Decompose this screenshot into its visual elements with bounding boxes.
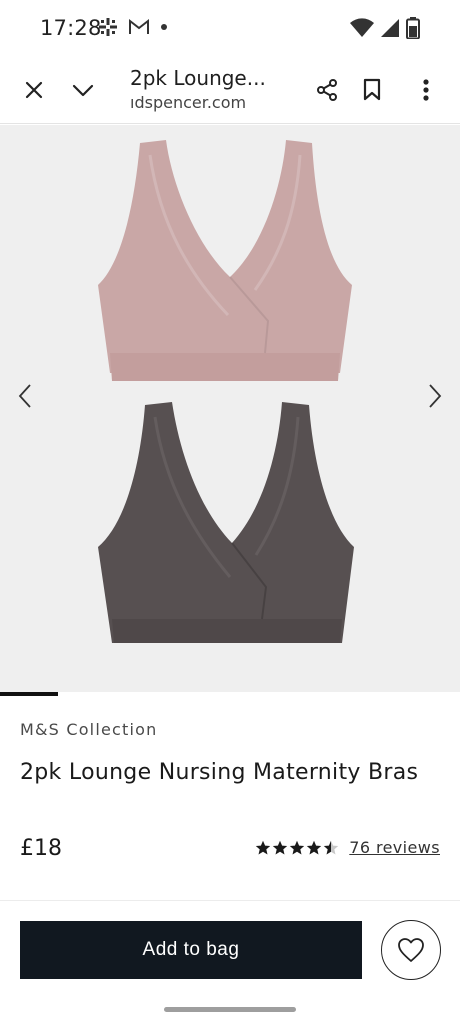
status-bar: 17:28 xyxy=(0,0,460,58)
star-icon xyxy=(307,840,322,854)
product-rating: 76 reviews xyxy=(255,838,440,857)
product-image-gallery[interactable] xyxy=(0,125,460,693)
star-icon xyxy=(290,840,305,854)
more-vert-icon xyxy=(423,79,429,101)
add-to-bag-button[interactable]: Add to bag xyxy=(20,921,362,979)
wifi-icon xyxy=(350,18,374,37)
pink-bra-image xyxy=(98,140,352,381)
divider xyxy=(0,900,460,901)
previous-image-button[interactable] xyxy=(10,381,40,411)
chevron-right-icon xyxy=(429,384,442,408)
pinwheel-icon xyxy=(99,18,117,36)
product-title: 2pk Lounge Nursing Maternity Bras xyxy=(20,760,419,785)
next-image-button[interactable] xyxy=(420,381,450,411)
minimize-tab-button[interactable] xyxy=(65,72,101,108)
star-icon xyxy=(256,840,271,854)
star-icon xyxy=(273,840,288,854)
page-url: ıdspencer.com xyxy=(130,93,247,112)
system-icons xyxy=(350,17,420,39)
reviews-link[interactable]: 76 reviews xyxy=(349,838,440,857)
bookmark-icon xyxy=(363,78,381,101)
bookmark-button[interactable] xyxy=(354,72,390,108)
close-tab-button[interactable] xyxy=(16,72,52,108)
home-indicator xyxy=(164,1007,296,1012)
notification-icons xyxy=(98,17,168,37)
product-brand: M&S Collection xyxy=(20,720,158,739)
gallery-progress-bar xyxy=(0,692,58,696)
chevron-left-icon xyxy=(18,384,31,408)
browser-toolbar: 2pk Lounge... ıdspencer.com xyxy=(0,58,460,124)
product-image xyxy=(98,140,354,643)
heart-icon xyxy=(398,938,424,962)
page-title-area[interactable]: 2pk Lounge... ıdspencer.com xyxy=(130,66,300,112)
wishlist-button[interactable] xyxy=(381,920,441,980)
share-icon xyxy=(317,79,337,101)
more-options-button[interactable] xyxy=(408,72,444,108)
page-title: 2pk Lounge... xyxy=(130,66,266,90)
dot-icon xyxy=(161,24,167,30)
star-rating xyxy=(255,840,339,856)
gallery-progress-track xyxy=(0,692,460,696)
share-button[interactable] xyxy=(309,72,345,108)
status-time: 17:28 xyxy=(40,16,102,40)
charcoal-bra-image xyxy=(98,402,354,643)
signal-icon xyxy=(381,19,399,37)
gmail-icon xyxy=(129,18,149,34)
battery-icon xyxy=(406,17,420,39)
product-price: £18 xyxy=(20,836,62,861)
chevron-down-icon xyxy=(72,84,94,97)
star-icon xyxy=(324,840,339,854)
close-icon xyxy=(25,81,43,99)
